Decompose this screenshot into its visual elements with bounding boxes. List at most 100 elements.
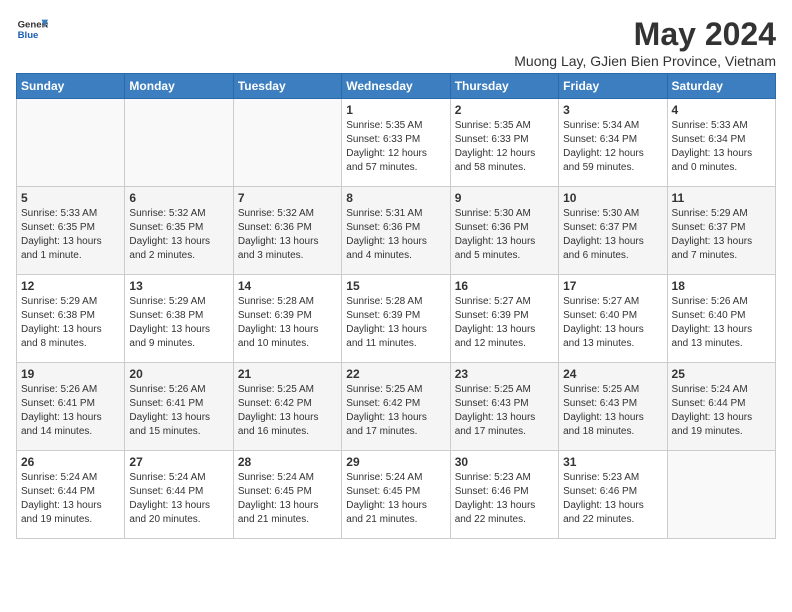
- day-number: 11: [672, 191, 771, 205]
- calendar-cell: 15 Sunrise: 5:28 AMSunset: 6:39 PMDaylig…: [342, 275, 450, 363]
- day-info: Sunrise: 5:26 AMSunset: 6:41 PMDaylight:…: [129, 383, 228, 439]
- day-info: Sunrise: 5:31 AMSunset: 6:36 PMDaylight:…: [346, 207, 445, 263]
- calendar-cell: 11 Sunrise: 5:29 AMSunset: 6:37 PMDaylig…: [667, 187, 775, 275]
- day-number: 17: [563, 279, 662, 293]
- calendar-cell: 26 Sunrise: 5:24 AMSunset: 6:44 PMDaylig…: [17, 451, 125, 539]
- logo-icon: General Blue: [16, 16, 48, 44]
- calendar-cell: 29 Sunrise: 5:24 AMSunset: 6:45 PMDaylig…: [342, 451, 450, 539]
- day-number: 31: [563, 455, 662, 469]
- day-number: 23: [455, 367, 554, 381]
- day-number: 9: [455, 191, 554, 205]
- day-number: 14: [238, 279, 337, 293]
- weekday-header: Tuesday: [233, 74, 341, 99]
- day-number: 15: [346, 279, 445, 293]
- day-info: Sunrise: 5:35 AMSunset: 6:33 PMDaylight:…: [346, 119, 445, 175]
- calendar-week-row: 12 Sunrise: 5:29 AMSunset: 6:38 PMDaylig…: [17, 275, 776, 363]
- calendar-cell: 8 Sunrise: 5:31 AMSunset: 6:36 PMDayligh…: [342, 187, 450, 275]
- day-info: Sunrise: 5:30 AMSunset: 6:37 PMDaylight:…: [563, 207, 662, 263]
- calendar-cell: 28 Sunrise: 5:24 AMSunset: 6:45 PMDaylig…: [233, 451, 341, 539]
- calendar-week-row: 19 Sunrise: 5:26 AMSunset: 6:41 PMDaylig…: [17, 363, 776, 451]
- day-number: 29: [346, 455, 445, 469]
- day-number: 30: [455, 455, 554, 469]
- calendar-cell: 20 Sunrise: 5:26 AMSunset: 6:41 PMDaylig…: [125, 363, 233, 451]
- day-number: 8: [346, 191, 445, 205]
- day-info: Sunrise: 5:24 AMSunset: 6:45 PMDaylight:…: [346, 471, 445, 527]
- calendar-cell: [233, 99, 341, 187]
- day-number: 24: [563, 367, 662, 381]
- calendar-cell: 1 Sunrise: 5:35 AMSunset: 6:33 PMDayligh…: [342, 99, 450, 187]
- day-number: 2: [455, 103, 554, 117]
- day-number: 3: [563, 103, 662, 117]
- day-info: Sunrise: 5:24 AMSunset: 6:44 PMDaylight:…: [672, 383, 771, 439]
- weekday-header: Wednesday: [342, 74, 450, 99]
- calendar-cell: 22 Sunrise: 5:25 AMSunset: 6:42 PMDaylig…: [342, 363, 450, 451]
- day-info: Sunrise: 5:35 AMSunset: 6:33 PMDaylight:…: [455, 119, 554, 175]
- day-number: 5: [21, 191, 120, 205]
- calendar-cell: 17 Sunrise: 5:27 AMSunset: 6:40 PMDaylig…: [559, 275, 667, 363]
- calendar-cell: 9 Sunrise: 5:30 AMSunset: 6:36 PMDayligh…: [450, 187, 558, 275]
- day-number: 13: [129, 279, 228, 293]
- title-block: May 2024 Muong Lay, GJien Bien Province,…: [514, 16, 776, 69]
- calendar-cell: 4 Sunrise: 5:33 AMSunset: 6:34 PMDayligh…: [667, 99, 775, 187]
- calendar-cell: 7 Sunrise: 5:32 AMSunset: 6:36 PMDayligh…: [233, 187, 341, 275]
- calendar-cell: 31 Sunrise: 5:23 AMSunset: 6:46 PMDaylig…: [559, 451, 667, 539]
- calendar-cell: 6 Sunrise: 5:32 AMSunset: 6:35 PMDayligh…: [125, 187, 233, 275]
- day-number: 22: [346, 367, 445, 381]
- day-info: Sunrise: 5:25 AMSunset: 6:42 PMDaylight:…: [346, 383, 445, 439]
- day-info: Sunrise: 5:24 AMSunset: 6:44 PMDaylight:…: [129, 471, 228, 527]
- day-info: Sunrise: 5:27 AMSunset: 6:39 PMDaylight:…: [455, 295, 554, 351]
- day-info: Sunrise: 5:33 AMSunset: 6:35 PMDaylight:…: [21, 207, 120, 263]
- calendar-week-row: 1 Sunrise: 5:35 AMSunset: 6:33 PMDayligh…: [17, 99, 776, 187]
- day-info: Sunrise: 5:28 AMSunset: 6:39 PMDaylight:…: [238, 295, 337, 351]
- day-info: Sunrise: 5:29 AMSunset: 6:38 PMDaylight:…: [129, 295, 228, 351]
- calendar-cell: [125, 99, 233, 187]
- day-info: Sunrise: 5:24 AMSunset: 6:45 PMDaylight:…: [238, 471, 337, 527]
- day-info: Sunrise: 5:25 AMSunset: 6:42 PMDaylight:…: [238, 383, 337, 439]
- calendar-cell: 16 Sunrise: 5:27 AMSunset: 6:39 PMDaylig…: [450, 275, 558, 363]
- day-info: Sunrise: 5:32 AMSunset: 6:36 PMDaylight:…: [238, 207, 337, 263]
- weekday-header: Monday: [125, 74, 233, 99]
- day-info: Sunrise: 5:29 AMSunset: 6:37 PMDaylight:…: [672, 207, 771, 263]
- day-info: Sunrise: 5:32 AMSunset: 6:35 PMDaylight:…: [129, 207, 228, 263]
- calendar-cell: 23 Sunrise: 5:25 AMSunset: 6:43 PMDaylig…: [450, 363, 558, 451]
- calendar-cell: 12 Sunrise: 5:29 AMSunset: 6:38 PMDaylig…: [17, 275, 125, 363]
- calendar-cell: 25 Sunrise: 5:24 AMSunset: 6:44 PMDaylig…: [667, 363, 775, 451]
- day-info: Sunrise: 5:30 AMSunset: 6:36 PMDaylight:…: [455, 207, 554, 263]
- page-header: General Blue May 2024 Muong Lay, GJien B…: [16, 16, 776, 69]
- weekday-header-row: SundayMondayTuesdayWednesdayThursdayFrid…: [17, 74, 776, 99]
- location-subtitle: Muong Lay, GJien Bien Province, Vietnam: [514, 53, 776, 69]
- day-number: 1: [346, 103, 445, 117]
- day-number: 10: [563, 191, 662, 205]
- calendar-cell: 5 Sunrise: 5:33 AMSunset: 6:35 PMDayligh…: [17, 187, 125, 275]
- weekday-header: Sunday: [17, 74, 125, 99]
- weekday-header: Saturday: [667, 74, 775, 99]
- calendar-cell: 24 Sunrise: 5:25 AMSunset: 6:43 PMDaylig…: [559, 363, 667, 451]
- weekday-header: Friday: [559, 74, 667, 99]
- day-number: 4: [672, 103, 771, 117]
- day-info: Sunrise: 5:34 AMSunset: 6:34 PMDaylight:…: [563, 119, 662, 175]
- day-number: 27: [129, 455, 228, 469]
- day-info: Sunrise: 5:24 AMSunset: 6:44 PMDaylight:…: [21, 471, 120, 527]
- calendar-cell: 27 Sunrise: 5:24 AMSunset: 6:44 PMDaylig…: [125, 451, 233, 539]
- day-number: 26: [21, 455, 120, 469]
- calendar-cell: [667, 451, 775, 539]
- weekday-header: Thursday: [450, 74, 558, 99]
- day-number: 21: [238, 367, 337, 381]
- calendar-cell: 21 Sunrise: 5:25 AMSunset: 6:42 PMDaylig…: [233, 363, 341, 451]
- day-number: 18: [672, 279, 771, 293]
- day-number: 25: [672, 367, 771, 381]
- day-info: Sunrise: 5:29 AMSunset: 6:38 PMDaylight:…: [21, 295, 120, 351]
- calendar-cell: 2 Sunrise: 5:35 AMSunset: 6:33 PMDayligh…: [450, 99, 558, 187]
- day-info: Sunrise: 5:23 AMSunset: 6:46 PMDaylight:…: [563, 471, 662, 527]
- calendar-cell: 14 Sunrise: 5:28 AMSunset: 6:39 PMDaylig…: [233, 275, 341, 363]
- calendar-week-row: 5 Sunrise: 5:33 AMSunset: 6:35 PMDayligh…: [17, 187, 776, 275]
- day-info: Sunrise: 5:28 AMSunset: 6:39 PMDaylight:…: [346, 295, 445, 351]
- day-number: 6: [129, 191, 228, 205]
- day-number: 19: [21, 367, 120, 381]
- day-info: Sunrise: 5:33 AMSunset: 6:34 PMDaylight:…: [672, 119, 771, 175]
- calendar-cell: 18 Sunrise: 5:26 AMSunset: 6:40 PMDaylig…: [667, 275, 775, 363]
- calendar-cell: 3 Sunrise: 5:34 AMSunset: 6:34 PMDayligh…: [559, 99, 667, 187]
- svg-text:Blue: Blue: [18, 30, 39, 41]
- month-year-title: May 2024: [514, 16, 776, 53]
- day-number: 28: [238, 455, 337, 469]
